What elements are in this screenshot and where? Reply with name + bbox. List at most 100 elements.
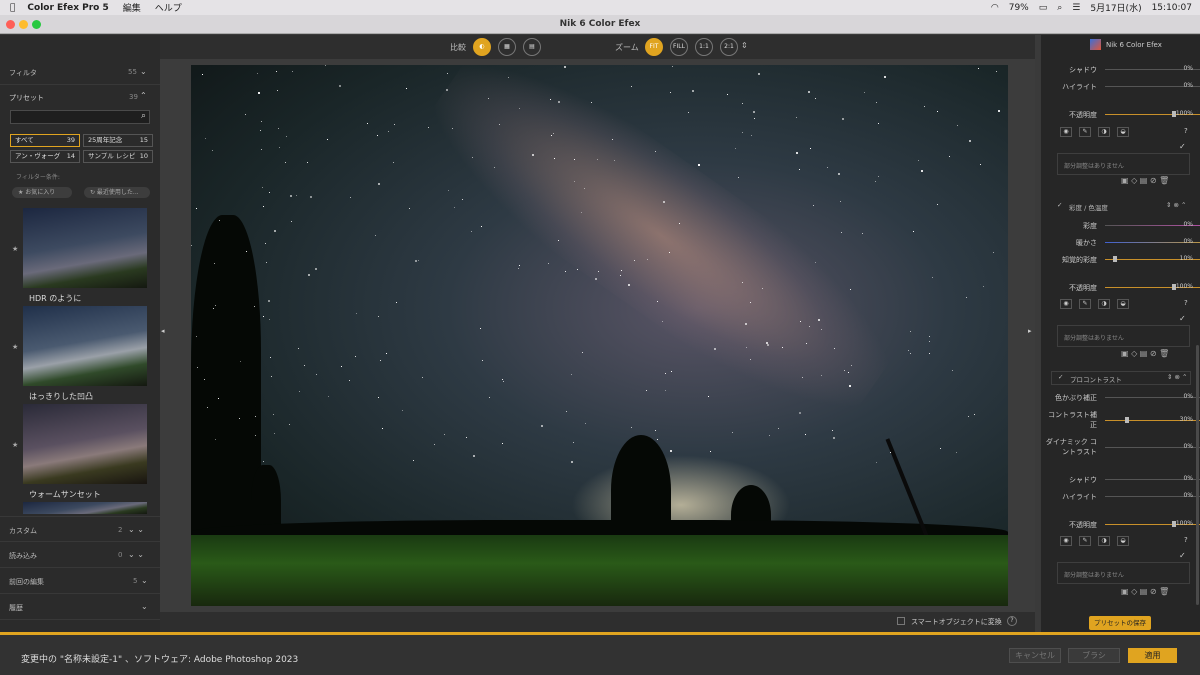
confirm-check-icon[interactable]: ✓ [1179,142,1186,151]
slider-knob[interactable] [1125,417,1129,423]
smart-object-checkbox[interactable] [897,617,905,625]
cancel-button[interactable]: キャンセル [1009,648,1061,663]
star-point [207,407,208,408]
zoom-1to1-button[interactable]: 1:1 [695,38,713,56]
star-point [502,443,503,444]
collapse-left-icon[interactable]: ◂ [161,327,165,335]
menu-app[interactable]: Color Efex Pro 5 [27,3,108,13]
gradient-icon[interactable]: ◑ [1098,127,1110,137]
zoom-2to1-button[interactable]: 2:1 [720,38,738,56]
preset-thumbnail[interactable] [23,502,147,514]
star-point [672,66,673,67]
control-point-icon[interactable]: ◉ [1060,299,1072,309]
help-icon[interactable]: ? [1184,299,1188,307]
history-section[interactable]: 履歴 ⌄ [0,594,160,620]
custom-section[interactable]: カスタム 2 ⌄ ⌄ [0,516,160,542]
layer-tools-icon[interactable]: ▣ ◇ ▤ ⊘ 🗑 [1121,349,1169,358]
star-point [745,323,747,325]
star-point [263,316,264,317]
wifi-icon[interactable]: ◠ [991,3,999,13]
mask-icon[interactable]: ◒ [1117,127,1129,137]
preset-thumbnail[interactable] [23,306,147,386]
zoom-stepper-icon[interactable]: ⇕ [741,41,748,50]
battery-icon[interactable]: ▭ [1039,3,1048,13]
gradient-icon[interactable]: ◑ [1098,299,1110,309]
tag-sample-recipe[interactable]: サンプル レシピ 10 [83,150,153,163]
confirm-check-icon[interactable]: ✓ [1179,551,1186,560]
control-point-icon[interactable]: ◉ [1060,127,1072,137]
control-center-icon[interactable]: ☰ [1072,3,1080,13]
tag-all[interactable]: すべて 39 [10,134,80,147]
layer-tools-icon[interactable]: ▣ ◇ ▤ ⊘ 🗑 [1121,587,1169,596]
close-window-button[interactable] [6,20,15,29]
highlight-value: 0% [1183,492,1193,499]
control-point-icon[interactable]: ◉ [1060,536,1072,546]
section-checkbox-icon[interactable]: ✓ [1057,201,1062,209]
menubar-time[interactable]: 15:10:07 [1152,3,1192,13]
star-icon[interactable]: ★ [12,441,18,449]
brush-icon[interactable]: ✎ [1079,127,1091,137]
section-controls-icon[interactable]: ⇕ ⊗ ⌃ [1166,201,1186,209]
star-point [473,455,475,457]
favorites-chip[interactable]: ★ お気に入り [12,187,72,198]
search-icon[interactable]: ⌕ [1057,3,1062,13]
filters-section[interactable]: フィルタ 55 ⌄ [0,59,160,85]
minimize-window-button[interactable] [19,20,28,29]
compare-single-button[interactable]: ◐ [473,38,491,56]
gradient-icon[interactable]: ◑ [1098,536,1110,546]
preset-thumbnail[interactable] [23,208,147,288]
menu-help[interactable]: ヘルプ [155,1,182,14]
star-point [291,221,292,222]
star-point [646,390,647,391]
star-point [488,98,489,99]
recent-chip[interactable]: ↻ 最近使用した... [84,187,150,198]
confirm-check-icon[interactable]: ✓ [1179,314,1186,323]
slider-knob[interactable] [1113,256,1117,262]
preset-thumbnail[interactable] [23,404,147,484]
star-point [670,92,671,93]
star-point [541,425,543,427]
mask-icon[interactable]: ◒ [1117,536,1129,546]
star-icon[interactable]: ★ [12,245,18,253]
apply-button[interactable]: 適用 [1128,648,1177,663]
layer-tools-icon[interactable]: ▣ ◇ ▤ ⊘ 🗑 [1121,176,1169,185]
presets-header[interactable]: プリセット 39 ⌃ [0,87,160,107]
zoom-window-button[interactable] [32,20,41,29]
mask-icon[interactable]: ◒ [1117,299,1129,309]
star-point [842,118,844,120]
star-point [508,77,509,78]
menubar-date[interactable]: 5月17日(水) [1090,1,1141,14]
star-point [878,123,879,124]
pro-contrast-section-header[interactable]: ✓ プロコントラスト ⇕ ⊗ ⌃ [1051,371,1191,385]
help-icon[interactable]: ? [1184,127,1188,135]
tag-anniversary[interactable]: 25周年記念 15 [83,134,153,147]
help-icon[interactable]: ? [1184,536,1188,544]
brush-button[interactable]: ブラシ [1068,648,1120,663]
apple-icon[interactable]:  [10,3,15,13]
right-scrollbar[interactable] [1196,345,1199,605]
menu-edit[interactable]: 編集 [123,1,141,14]
previous-edits-section[interactable]: 前回の編集 5 ⌄ [0,568,160,594]
compare-side-button[interactable]: ▤ [523,38,541,56]
star-point [328,396,329,397]
section-controls-icon[interactable]: ⇕ ⊗ ⌃ [1167,373,1187,381]
star-point [878,176,879,177]
save-preset-button[interactable]: プリセットの保存 [1089,616,1151,630]
help-icon[interactable]: ? [1007,616,1017,626]
tag-anvogue[interactable]: アン・ヴォーグ 14 [10,150,80,163]
zoom-fill-button[interactable]: FILL [670,38,688,56]
star-point [532,154,534,156]
compare-split-button[interactable]: ▦ [498,38,516,56]
saturation-section-header[interactable]: ✓ 彩度 / 色温度 ⇕ ⊗ ⌃ [1051,200,1191,214]
star-point [782,347,783,348]
preset-search-input[interactable]: ⌕ [10,110,150,124]
import-section[interactable]: 読み込み 0 ⌄ ⌄ [0,542,160,568]
section-checkbox-icon[interactable]: ✓ [1058,373,1063,381]
brush-icon[interactable]: ✎ [1079,299,1091,309]
preview-image[interactable] [191,65,1008,606]
brush-icon[interactable]: ✎ [1079,536,1091,546]
zoom-fit-button[interactable]: FIT [645,38,663,56]
collapse-right-icon[interactable]: ▸ [1028,327,1032,335]
star-icon[interactable]: ★ [12,343,18,351]
star-point [614,160,615,161]
